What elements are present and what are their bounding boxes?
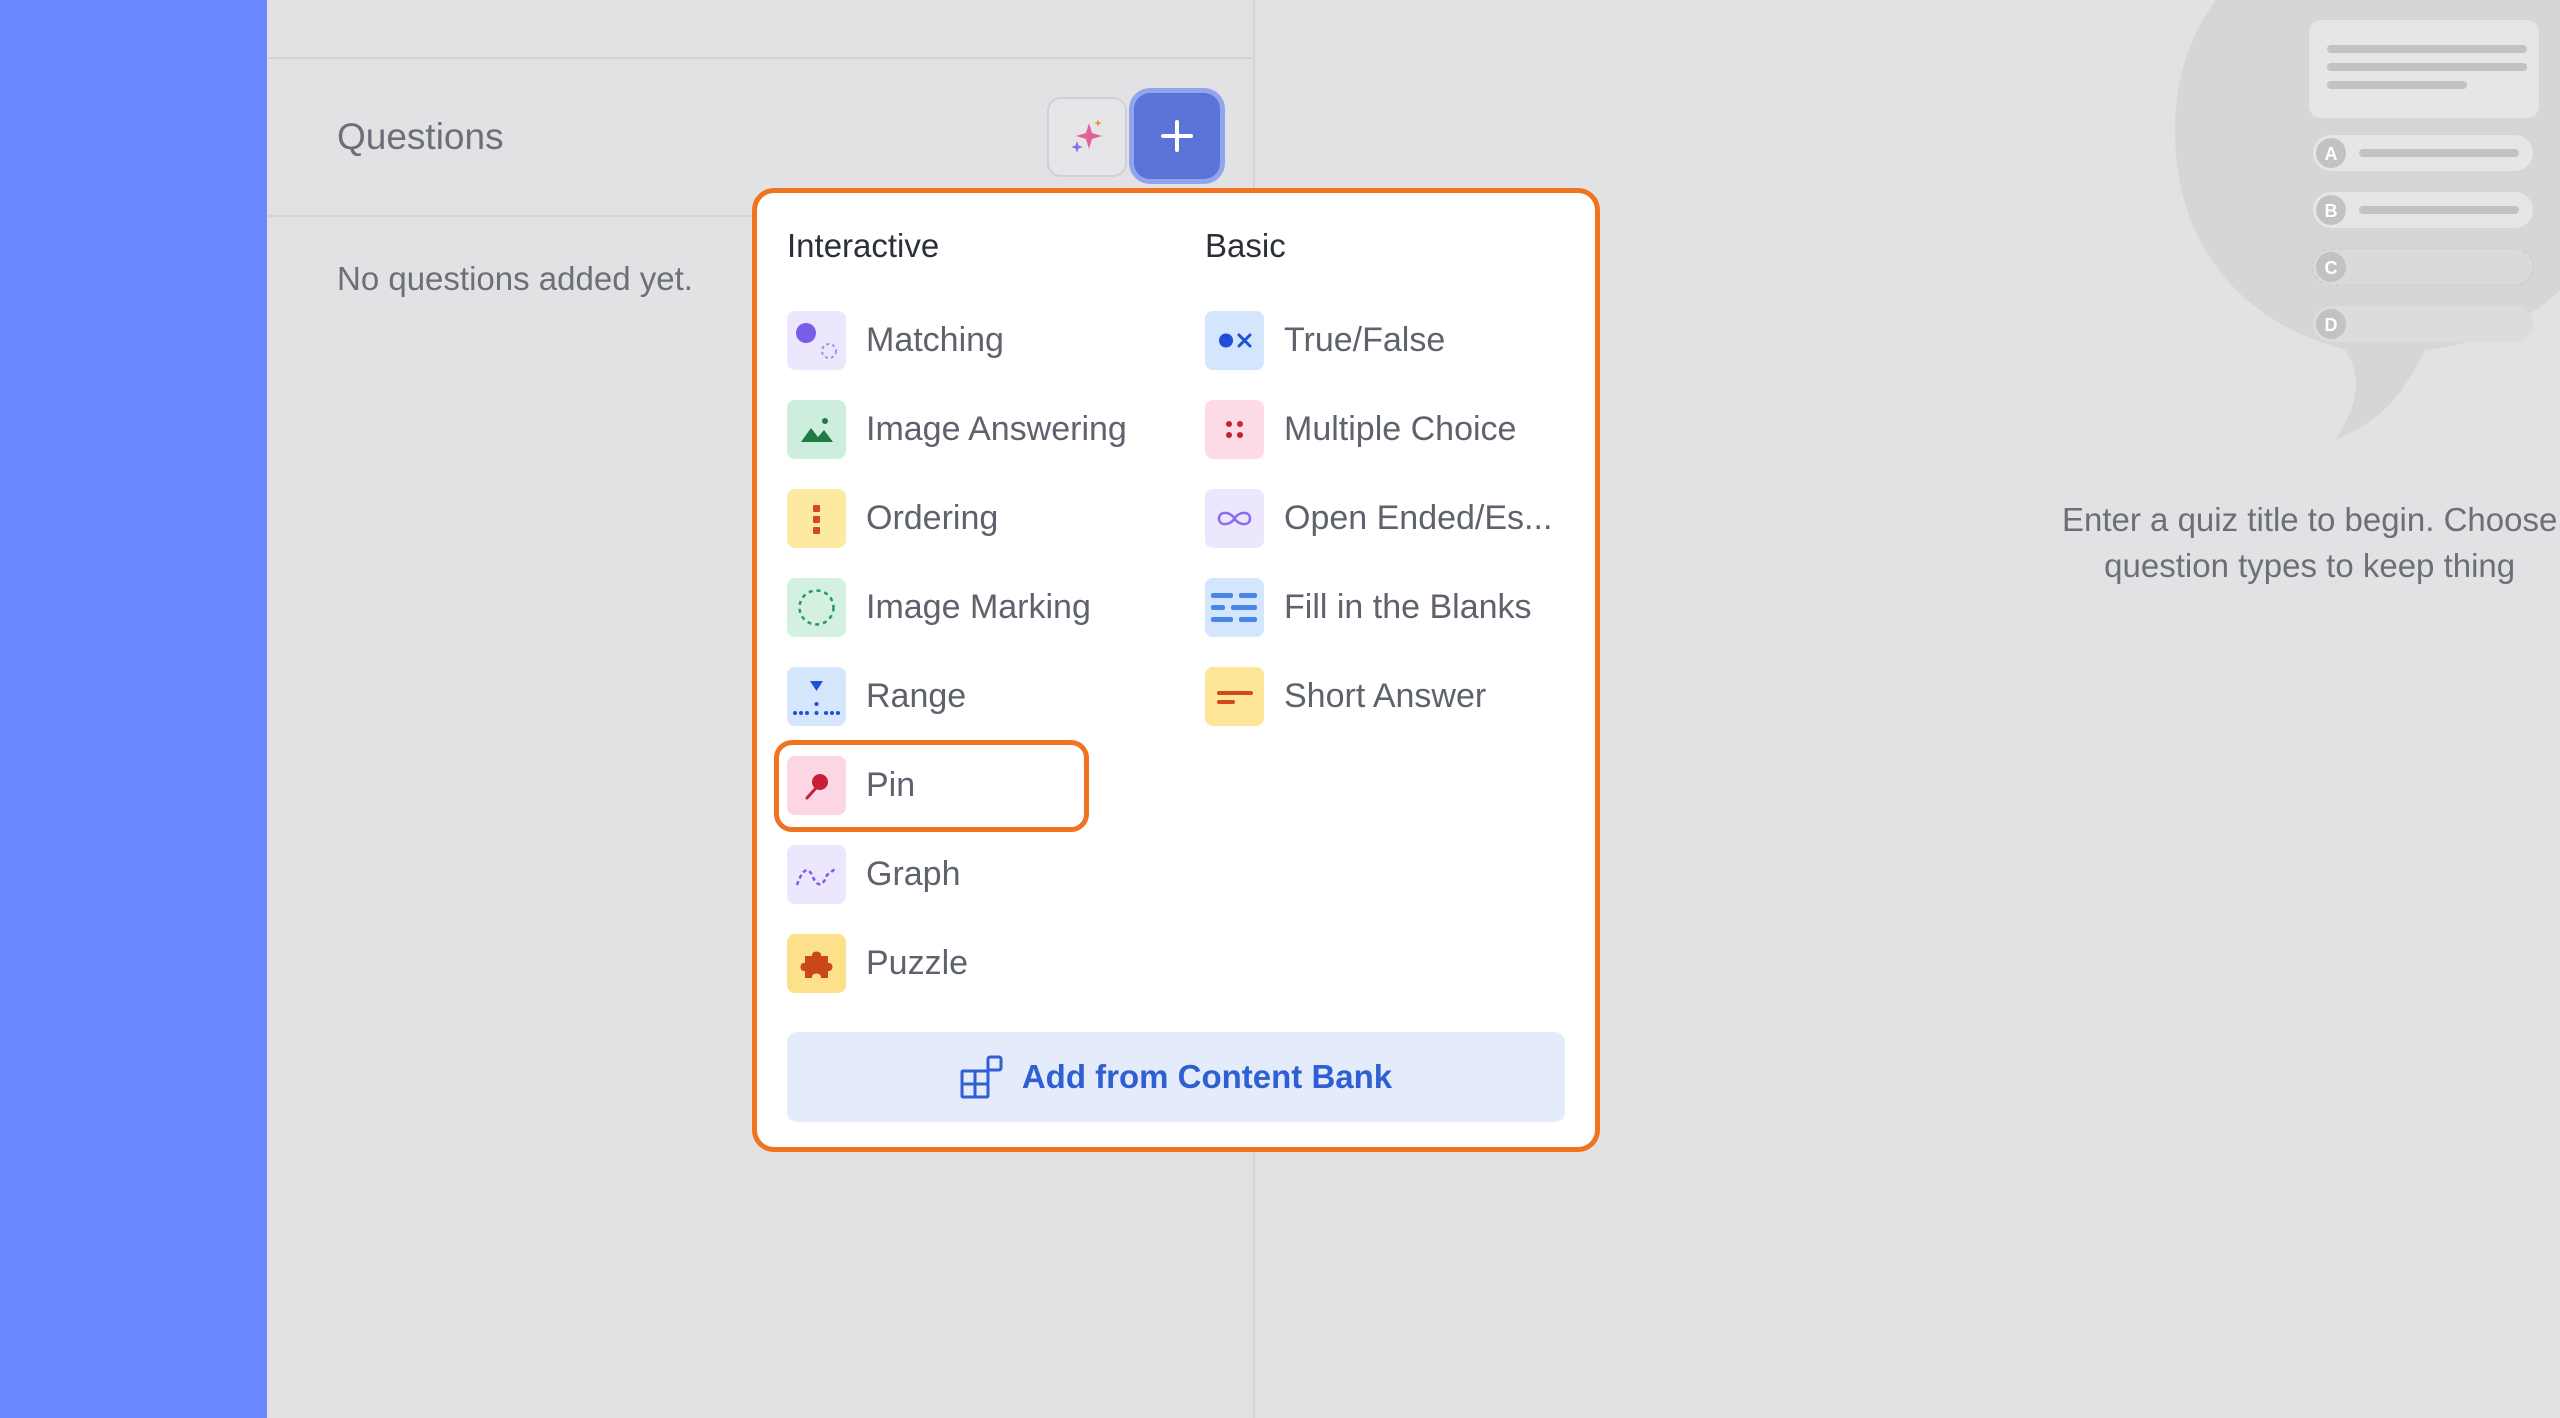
content-bank-label: Add from Content Bank bbox=[1021, 1058, 1393, 1095]
menu-item-label: Graph bbox=[866, 854, 961, 893]
svg-text:B: B bbox=[2325, 201, 2338, 221]
menu-item-label: True/False bbox=[1284, 320, 1446, 359]
menu-item-multiple-choice[interactable]: Multiple Choice bbox=[1205, 399, 1516, 459]
menu-item-label: Open Ended/Es... bbox=[1284, 498, 1553, 537]
menu-item-true-false[interactable]: True/False bbox=[1205, 310, 1445, 370]
sidebar-rail bbox=[0, 0, 267, 1418]
quiz-illustration: A B C D bbox=[2175, 0, 2560, 440]
menu-item-label: Short Answer bbox=[1284, 676, 1487, 715]
menu-item-range[interactable]: Range bbox=[787, 666, 966, 726]
menu-item-label: Fill in the Blanks bbox=[1284, 587, 1532, 626]
menu-item-label: Multiple Choice bbox=[1284, 409, 1517, 448]
menu-item-fill-blanks[interactable]: Fill in the Blanks bbox=[1205, 577, 1532, 637]
sparkles-icon bbox=[1071, 119, 1102, 153]
menu-item-label: Puzzle bbox=[866, 943, 969, 982]
menu-item-label: Range bbox=[866, 676, 967, 715]
image-marking-icon bbox=[787, 577, 846, 637]
menu-item-open-ended[interactable]: Open Ended/Es... bbox=[1205, 488, 1552, 548]
menu-item-label: Matching bbox=[866, 320, 1004, 359]
image-answering-icon bbox=[787, 399, 846, 459]
open-ended-icon bbox=[1205, 488, 1264, 548]
pin-highlight-outline bbox=[774, 740, 1089, 832]
add-question-button[interactable] bbox=[1134, 93, 1220, 179]
matching-icon bbox=[787, 310, 846, 370]
interactive-heading: Interactive bbox=[787, 227, 940, 264]
fill-blanks-icon bbox=[1205, 577, 1264, 637]
true-false-icon bbox=[1205, 310, 1264, 370]
menu-item-label: Ordering bbox=[866, 498, 999, 537]
page-title: Questions bbox=[337, 116, 504, 157]
menu-item-label: Image Marking bbox=[866, 587, 1091, 626]
content-bank-icon bbox=[960, 1055, 1003, 1099]
option-c: C bbox=[2312, 248, 2534, 286]
menu-item-image-marking[interactable]: Image Marking bbox=[787, 577, 1091, 637]
hint-line: question types to keep thing bbox=[2104, 547, 2516, 584]
svg-text:D: D bbox=[2325, 315, 2338, 335]
range-icon bbox=[787, 666, 846, 726]
option-a: A bbox=[2313, 135, 2533, 171]
empty-state-hint: Enter a quiz title to begin. Choose ques… bbox=[2062, 497, 2557, 589]
option-b: B bbox=[2313, 192, 2533, 228]
option-d: D bbox=[2313, 306, 2533, 342]
graph-icon bbox=[787, 844, 846, 904]
hint-line: Enter a quiz title to begin. Choose bbox=[2062, 501, 2558, 538]
menu-item-ordering[interactable]: Ordering bbox=[787, 488, 998, 548]
menu-item-puzzle[interactable]: Puzzle bbox=[787, 933, 968, 993]
question-type-menu: Interactive Basic Matching Image Answeri… bbox=[752, 188, 1600, 1152]
menu-item-matching[interactable]: Matching bbox=[787, 310, 1004, 370]
menu-item-short-answer[interactable]: Short Answer bbox=[1205, 666, 1486, 726]
menu-item-image-answering[interactable]: Image Answering bbox=[787, 399, 1127, 459]
plus-icon bbox=[1161, 120, 1193, 152]
menu-item-label: Image Answering bbox=[866, 409, 1127, 448]
ordering-icon bbox=[787, 488, 846, 548]
menu-item-graph[interactable]: Graph bbox=[787, 844, 961, 904]
ai-generate-button[interactable] bbox=[1047, 97, 1127, 177]
svg-text:A: A bbox=[2325, 144, 2338, 164]
empty-state-message: No questions added yet. bbox=[337, 260, 693, 297]
multiple-choice-icon bbox=[1205, 399, 1264, 459]
puzzle-icon bbox=[787, 933, 846, 993]
add-from-content-bank-button[interactable]: Add from Content Bank bbox=[787, 1032, 1565, 1122]
basic-heading: Basic bbox=[1205, 227, 1286, 264]
short-answer-icon bbox=[1205, 666, 1264, 726]
svg-text:C: C bbox=[2325, 258, 2338, 278]
